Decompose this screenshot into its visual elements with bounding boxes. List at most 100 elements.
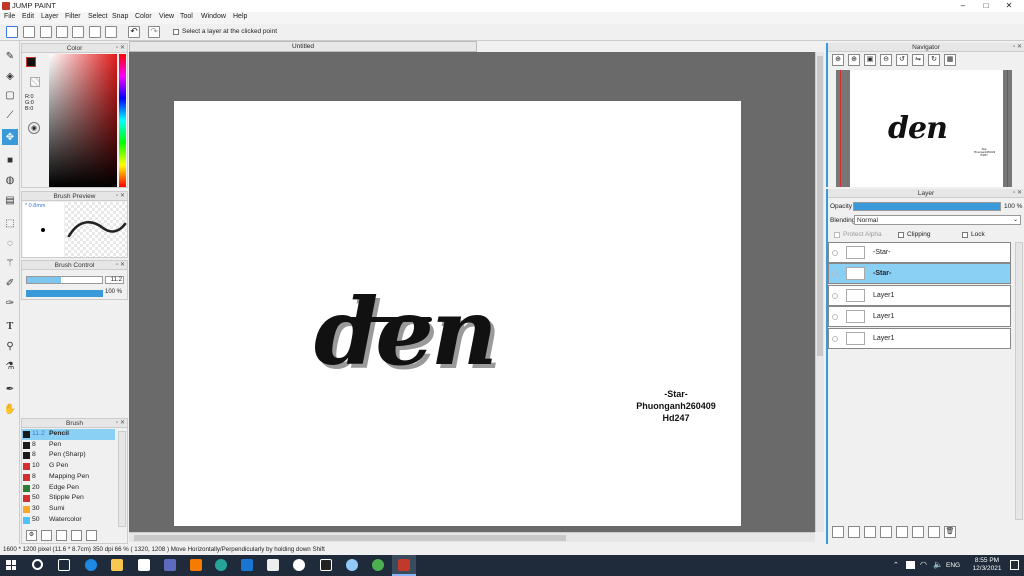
maximize-button[interactable]: □ <box>975 0 997 12</box>
layer-row[interactable]: Layer1 <box>828 306 1011 328</box>
layer-row[interactable]: -Star- <box>828 263 1011 285</box>
palette-icon[interactable]: ◉ <box>28 122 40 134</box>
bucket-tool-icon[interactable]: ◍ <box>2 172 18 188</box>
copy-brush-icon[interactable] <box>56 530 67 541</box>
rect-select-tool-icon[interactable]: ▢ <box>2 87 18 103</box>
volume-icon[interactable]: 🔈 <box>933 560 943 569</box>
app-icon-white[interactable] <box>293 559 305 571</box>
folder-icon[interactable] <box>86 530 97 541</box>
camera-icon[interactable] <box>267 559 279 571</box>
brush-item[interactable]: 8 Pen <box>22 440 115 451</box>
drawing-page[interactable]: den -Star- Phuonganh260409 Hd247 <box>174 101 741 526</box>
jump-paint-taskbar-button[interactable] <box>392 555 416 576</box>
move-tool-icon[interactable]: ✥ <box>2 129 18 145</box>
clock[interactable]: 8:55 PM 12/3/2021 <box>968 557 1006 573</box>
search-icon[interactable] <box>32 559 43 570</box>
menu-select[interactable]: Select <box>88 13 107 20</box>
panel-icon[interactable] <box>89 26 101 38</box>
teams-icon[interactable] <box>164 559 176 571</box>
menu-help[interactable]: Help <box>233 13 247 20</box>
delete-layer-icon[interactable]: 🗑 <box>944 526 956 538</box>
brush-size-value[interactable]: 11.2 <box>105 276 124 284</box>
panel-buttons-icon[interactable]: ▫ ✕ <box>1013 43 1022 52</box>
new-layer-1bit-icon[interactable] <box>848 526 860 538</box>
app-icon-blue[interactable] <box>241 559 253 571</box>
battery-icon[interactable] <box>906 561 915 569</box>
horizontal-scroll-thumb[interactable] <box>134 535 566 541</box>
layer-row[interactable]: Layer1 <box>828 284 1011 306</box>
gradient-tool-icon[interactable]: ▤ <box>2 192 18 208</box>
edge-browser-icon[interactable] <box>85 559 97 571</box>
protect-alpha-checkbox[interactable] <box>834 232 840 238</box>
eraser-tool-icon[interactable]: ◈ <box>2 68 18 84</box>
zalo-icon[interactable] <box>346 559 358 571</box>
menu-view[interactable]: View <box>159 13 174 20</box>
new-folder-icon[interactable] <box>896 526 908 538</box>
canvas-vertical-scrollbar[interactable] <box>815 52 824 532</box>
select-layer-checkbox[interactable] <box>173 29 179 35</box>
store-icon[interactable] <box>138 559 150 571</box>
brush-item[interactable]: 50 Stipple Pen <box>22 493 115 504</box>
menu-layer[interactable]: Layer <box>41 13 59 20</box>
brush-size-slider[interactable] <box>26 276 103 284</box>
app-icon-teal[interactable] <box>215 559 227 571</box>
brush-item[interactable]: 8 Mapping Pen <box>22 472 115 483</box>
app-icon-orange[interactable] <box>190 559 202 571</box>
visibility-toggle-icon[interactable] <box>832 335 838 342</box>
panel-buttons-icon[interactable]: ▫ ✕ <box>116 419 125 428</box>
zoom-out-icon[interactable]: ⊖ <box>880 54 892 66</box>
notification-icon[interactable] <box>1010 560 1019 570</box>
eyedropper-tool-icon[interactable]: ✒ <box>2 381 18 397</box>
new-icon[interactable] <box>6 26 18 38</box>
brush-opacity-slider[interactable] <box>26 290 103 297</box>
visibility-toggle-icon[interactable] <box>832 271 838 278</box>
task-view-icon[interactable] <box>58 559 70 571</box>
menu-tool[interactable]: Tool <box>180 13 193 20</box>
duplicate-layer-icon[interactable] <box>912 526 924 538</box>
zoom-in-icon[interactable]: ⊕ <box>832 54 844 66</box>
start-icon[interactable] <box>6 560 16 570</box>
new-brush-icon[interactable] <box>41 530 52 541</box>
blending-select[interactable]: Normal ⌄ <box>854 215 1021 225</box>
chrome-icon[interactable] <box>372 559 384 571</box>
visibility-toggle-icon[interactable] <box>832 314 838 321</box>
brush-item[interactable]: 20 Edge Pen <box>22 483 115 494</box>
rotate-right-icon[interactable]: ↻ <box>928 54 940 66</box>
fill-rect-tool-icon[interactable]: ■ <box>2 152 18 168</box>
tray-chevron-icon[interactable]: ⌃ <box>893 561 899 569</box>
canvas-horizontal-scrollbar[interactable] <box>129 532 815 542</box>
layer-row[interactable]: -Star- <box>828 242 1011 263</box>
reset-view-icon[interactable]: ▦ <box>944 54 956 66</box>
merge-layer-icon[interactable] <box>928 526 940 538</box>
brush-settings-icon[interactable]: ⚙ <box>26 530 37 541</box>
select-eraser-tool-icon[interactable]: ✑ <box>2 295 18 311</box>
message-icon[interactable] <box>56 26 68 38</box>
visibility-toggle-icon[interactable] <box>832 250 838 256</box>
panel-buttons-icon[interactable]: ▫ ✕ <box>116 192 125 201</box>
layer-opacity-slider[interactable] <box>853 202 1001 211</box>
document-tab[interactable]: Untitled <box>129 41 477 52</box>
new-layer-8bit-icon[interactable] <box>864 526 876 538</box>
brush-item[interactable]: 10 G Pen <box>22 461 115 472</box>
new-layer-icon[interactable] <box>832 526 844 538</box>
page-icon[interactable] <box>72 26 84 38</box>
capcut-icon[interactable] <box>320 559 332 571</box>
wifi-icon[interactable]: ◠ <box>920 560 927 569</box>
line-tool-icon[interactable]: ⟋ <box>2 107 18 123</box>
menu-filter[interactable]: Filter <box>65 13 81 20</box>
minimize-button[interactable]: – <box>952 0 974 12</box>
brush-list-scrollbar[interactable] <box>118 431 126 527</box>
new-halftone-layer-icon[interactable] <box>880 526 892 538</box>
visibility-toggle-icon[interactable] <box>832 292 838 299</box>
language-indicator[interactable]: ENG <box>946 562 960 569</box>
brush-item[interactable]: 11.2 Pencil <box>22 429 115 440</box>
flip-icon[interactable]: ⇋ <box>912 54 924 66</box>
menu-file[interactable]: File <box>4 13 15 20</box>
hue-slider[interactable] <box>119 54 126 187</box>
undo-icon[interactable]: ↶ <box>128 26 140 38</box>
marquee-tool-icon[interactable]: ⬚ <box>2 215 18 231</box>
menu-edit[interactable]: Edit <box>22 13 34 20</box>
navigator-preview[interactable]: den -Star- Phuonganh260409 Hd247 <box>836 70 1012 187</box>
file-explorer-icon[interactable] <box>111 559 123 571</box>
panel-buttons-icon[interactable]: ▫ ✕ <box>1013 189 1022 198</box>
